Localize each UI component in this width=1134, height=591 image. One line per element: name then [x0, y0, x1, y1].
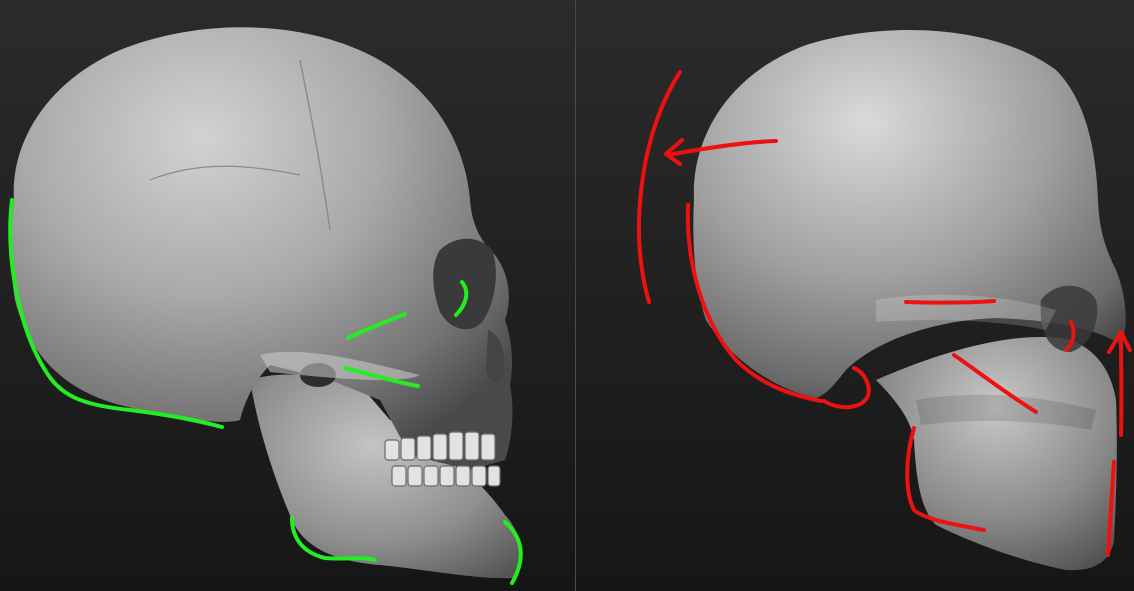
- red-stroke-brow: [904, 299, 996, 305]
- blockout-skull-render: [576, 0, 1134, 591]
- left-panel-detailed-skull: [0, 0, 575, 591]
- teeth: [384, 431, 501, 487]
- detailed-skull-render: [0, 0, 575, 591]
- right-panel-blockout-skull: [576, 0, 1134, 591]
- comparison-viewport: [0, 0, 1134, 591]
